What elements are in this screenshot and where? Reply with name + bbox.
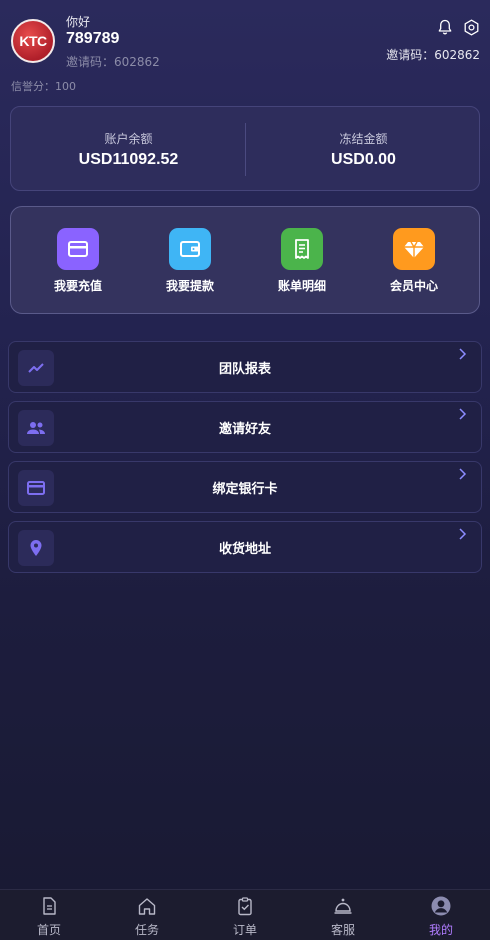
- tab-customer-service[interactable]: 客服: [294, 890, 392, 940]
- username: 789789: [66, 30, 120, 47]
- document-icon: [43, 897, 56, 915]
- invite-code: 邀请码：602862: [66, 55, 160, 69]
- frozen-balance-value: USD0.00: [331, 151, 396, 168]
- menu-shipping-address-label: 收货地址: [218, 542, 271, 557]
- wallet-icon: [169, 228, 211, 270]
- tab-tasks-label: 任务: [134, 923, 159, 937]
- service-bell-icon: [334, 898, 352, 914]
- tab-home-label: 首页: [36, 923, 61, 937]
- avatar[interactable]: KTC: [11, 19, 55, 63]
- tab-orders[interactable]: 订单: [196, 890, 294, 940]
- gear-icon[interactable]: [463, 19, 480, 36]
- member-center-button[interactable]: 会员中心: [359, 207, 469, 315]
- bill-details-button[interactable]: 账单明细: [247, 207, 357, 315]
- diamond-icon: [393, 228, 435, 270]
- frozen-balance: 冻结金额 USD0.00: [246, 107, 481, 192]
- tab-mine-label: 我的: [428, 923, 453, 937]
- tab-mine[interactable]: 我的: [392, 890, 490, 940]
- menu-invite-friends[interactable]: 邀请好友: [8, 401, 482, 453]
- tab-customer-service-label: 客服: [330, 923, 355, 937]
- user-avatar-icon: [431, 896, 451, 916]
- tab-tasks[interactable]: 任务: [98, 890, 196, 940]
- greeting-text: 你好: [66, 15, 91, 29]
- quick-actions: 我要充值 我要提款 账单明细 会员中心: [10, 206, 480, 314]
- receipt-icon: [281, 228, 323, 270]
- chevron-right-icon: [459, 348, 467, 360]
- account-balance-label: 账户余额: [104, 132, 153, 146]
- menu-invite-friends-label: 邀请好友: [218, 422, 271, 437]
- menu-bind-bank-card-label: 绑定银行卡: [212, 482, 278, 497]
- tab-home[interactable]: 首页: [0, 890, 98, 940]
- invite-code-right: 邀请码：602862: [386, 48, 480, 62]
- bottom-tab-bar: 首页 任务 订单 客服 我的: [0, 889, 490, 940]
- profile-header: KTC 你好 789789 邀请码：602862 信誉分：100 邀请码：602…: [0, 0, 490, 100]
- chevron-right-icon: [459, 408, 467, 420]
- logo-text: KTC: [19, 33, 47, 49]
- menu-team-report[interactable]: 团队报表: [8, 341, 482, 393]
- chevron-right-icon: [459, 528, 467, 540]
- credit-score: 信誉分：100: [11, 80, 76, 93]
- bill-details-label: 账单明细: [277, 279, 326, 293]
- menu-team-report-label: 团队报表: [218, 362, 271, 377]
- account-balance-value: USD11092.52: [78, 151, 179, 168]
- menu-bind-bank-card[interactable]: 绑定银行卡: [8, 461, 482, 513]
- card-icon: [57, 228, 99, 270]
- tab-orders-label: 订单: [232, 923, 257, 937]
- recharge-label: 我要充值: [53, 279, 102, 293]
- clipboard-icon: [238, 897, 252, 916]
- menu-shipping-address[interactable]: 收货地址: [8, 521, 482, 573]
- withdraw-button[interactable]: 我要提款: [135, 207, 245, 315]
- balance-card: 账户余额 USD11092.52 冻结金额 USD0.00: [10, 106, 480, 191]
- bell-icon[interactable]: [437, 19, 453, 35]
- account-balance: 账户余额 USD11092.52: [11, 107, 246, 192]
- chevron-right-icon: [459, 468, 467, 480]
- recharge-button[interactable]: 我要充值: [23, 207, 133, 315]
- withdraw-label: 我要提款: [165, 279, 214, 293]
- frozen-balance-label: 冻结金额: [339, 132, 388, 146]
- home-icon: [138, 898, 156, 915]
- member-center-label: 会员中心: [389, 279, 438, 293]
